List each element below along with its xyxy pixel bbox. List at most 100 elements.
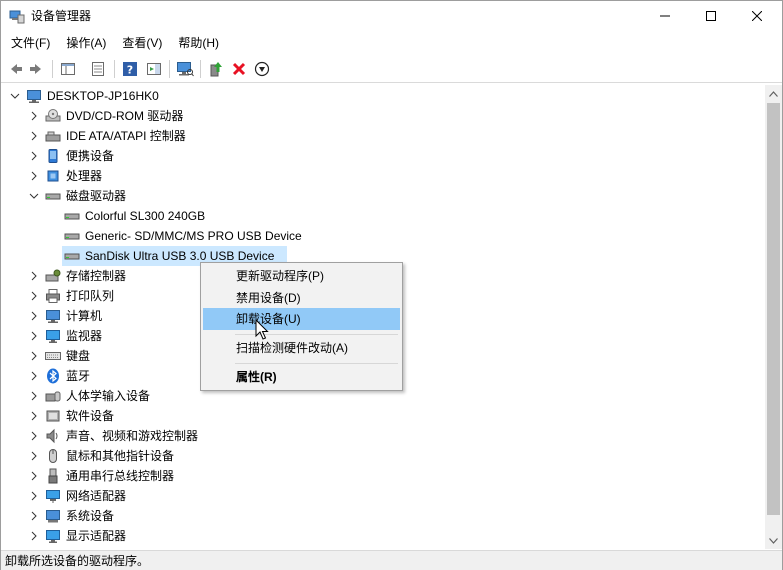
expanded-chevron-icon[interactable] <box>28 190 40 202</box>
collapsed-chevron-icon[interactable] <box>28 470 40 482</box>
tree-category-system[interactable]: 系统设备 <box>1 506 765 526</box>
collapsed-chevron-icon[interactable] <box>28 530 40 542</box>
collapsed-chevron-icon[interactable] <box>28 350 40 362</box>
tree-category-label: 蓝牙 <box>66 369 91 383</box>
collapsed-chevron-icon[interactable] <box>28 390 40 402</box>
collapsed-chevron-icon[interactable] <box>28 130 40 142</box>
expanded-chevron-icon[interactable] <box>9 90 21 102</box>
sound-icon <box>46 428 58 444</box>
tree-category-ide[interactable]: IDE ATA/ATAPI 控制器 <box>1 126 765 146</box>
toolbar-separator <box>200 60 201 78</box>
toolbar-separator <box>169 60 170 78</box>
tree-device-row[interactable]: Generic- SD/MMC/MS PRO USB Device <box>1 226 765 246</box>
disable-button[interactable] <box>252 59 272 79</box>
tree-category-usb[interactable]: 通用串行总线控制器 <box>1 466 765 486</box>
tree-device-row[interactable]: Colorful SL300 240GB <box>1 206 765 226</box>
mouse-cursor-icon <box>255 319 269 340</box>
window-title: 设备管理器 <box>31 9 92 23</box>
ctx-item-label: 更新驱动程序(P) <box>236 269 324 283</box>
printer-icon <box>46 289 60 303</box>
tree-category-sound[interactable]: 声音、视频和游戏控制器 <box>1 426 765 446</box>
collapsed-chevron-icon[interactable] <box>28 170 40 182</box>
collapsed-chevron-icon[interactable] <box>28 110 40 122</box>
back-button[interactable] <box>5 59 25 79</box>
ctx-update-driver[interactable]: 更新驱动程序(P) <box>203 265 400 287</box>
tree-category-portable[interactable]: 便携设备 <box>1 146 765 166</box>
keyboard-icon <box>45 352 61 360</box>
forward-button[interactable] <box>27 59 47 79</box>
menu-action[interactable]: 操作(A) <box>60 32 112 54</box>
disk-drive-icon <box>64 233 80 240</box>
device-manager-window: 设备管理器 文件(F) 操作(A) 查看(V) 帮助(H) ? DESKTOP-… <box>0 0 783 570</box>
tree-category-mouse[interactable]: 鼠标和其他指针设备 <box>1 446 765 466</box>
collapsed-chevron-icon[interactable] <box>28 410 40 422</box>
menu-view[interactable]: 查看(V) <box>116 32 168 54</box>
show-hide-tree-button[interactable] <box>58 59 78 79</box>
action-pane-button[interactable] <box>144 59 164 79</box>
collapsed-chevron-icon[interactable] <box>28 310 40 322</box>
uninstall-icon <box>232 62 246 76</box>
context-menu: 更新驱动程序(P) 禁用设备(D) 卸载设备(U) 扫描检测硬件改动(A) 属性… <box>200 262 403 391</box>
collapsed-chevron-icon[interactable] <box>28 510 40 522</box>
device-manager-app-icon <box>9 10 25 24</box>
tree-category-software[interactable]: 软件设备 <box>1 406 765 426</box>
ctx-item-label: 属性(R) <box>236 370 277 384</box>
ctx-properties[interactable]: 属性(R) <box>203 366 400 388</box>
toolbar-separator <box>52 60 53 78</box>
title-bar: 设备管理器 <box>1 1 782 31</box>
collapsed-chevron-icon[interactable] <box>28 150 40 162</box>
tree-category-dvd[interactable]: DVD/CD-ROM 驱动器 <box>1 106 765 126</box>
maximize-button[interactable] <box>688 1 734 31</box>
help-button[interactable]: ? <box>120 59 140 79</box>
close-icon <box>752 11 762 21</box>
help-icon: ? <box>123 62 137 77</box>
tree-category-label: 键盘 <box>66 349 91 363</box>
uninstall-button[interactable] <box>229 59 249 79</box>
scan-hardware-icon <box>177 62 194 77</box>
ctx-disable-device[interactable]: 禁用设备(D) <box>203 287 400 309</box>
ctx-uninstall-device[interactable]: 卸载设备(U) <box>203 308 400 330</box>
tree-category-network[interactable]: 网络适配器 <box>1 486 765 506</box>
tree-device-label: Generic- SD/MMC/MS PRO USB Device <box>85 229 302 243</box>
tree-category-disk-drives[interactable]: 磁盘驱动器 <box>1 186 765 206</box>
bluetooth-icon <box>47 368 59 384</box>
collapsed-chevron-icon[interactable] <box>28 490 40 502</box>
tree-category-label: 软件设备 <box>66 409 115 423</box>
collapsed-chevron-icon[interactable] <box>28 290 40 302</box>
properties-button[interactable] <box>88 59 108 79</box>
menu-file[interactable]: 文件(F) <box>5 32 56 54</box>
tree-category-label: 监视器 <box>66 329 103 343</box>
vertical-scrollbar[interactable] <box>765 85 782 549</box>
svg-text:?: ? <box>127 64 133 77</box>
disk-drive-icon <box>45 193 61 200</box>
ctx-item-label: 扫描检测硬件改动(A) <box>236 341 348 355</box>
monitor-icon <box>46 330 60 343</box>
collapsed-chevron-icon[interactable] <box>28 330 40 342</box>
properties-icon <box>92 62 104 76</box>
tree-category-label: DVD/CD-ROM 驱动器 <box>66 109 184 123</box>
update-driver-button[interactable] <box>206 59 226 79</box>
status-text: 卸载所选设备的驱动程序。 <box>5 554 150 568</box>
scroll-up-arrow-icon <box>769 90 778 97</box>
tree-category-processor[interactable]: 处理器 <box>1 166 765 186</box>
minimize-button[interactable] <box>642 1 688 31</box>
computer-icon <box>46 310 60 323</box>
tree-category-label: IDE ATA/ATAPI 控制器 <box>66 129 186 143</box>
collapsed-chevron-icon[interactable] <box>28 270 40 282</box>
menu-bar: 文件(F) 操作(A) 查看(V) 帮助(H) <box>1 32 782 54</box>
collapsed-chevron-icon[interactable] <box>28 370 40 382</box>
close-button[interactable] <box>734 1 780 31</box>
menu-help[interactable]: 帮助(H) <box>172 32 225 54</box>
scroll-up-button[interactable] <box>765 85 782 102</box>
ctx-scan-hardware[interactable]: 扫描检测硬件改动(A) <box>203 337 400 359</box>
tree-root[interactable]: DESKTOP-JP16HK0 <box>1 86 765 106</box>
scroll-down-button[interactable] <box>765 532 782 549</box>
disable-icon <box>254 61 270 77</box>
storage-controller-icon <box>45 269 61 282</box>
tree-category-label: 打印队列 <box>66 289 115 303</box>
collapsed-chevron-icon[interactable] <box>28 430 40 442</box>
scan-hardware-button[interactable] <box>175 59 195 79</box>
scrollbar-thumb[interactable] <box>767 103 780 515</box>
collapsed-chevron-icon[interactable] <box>28 450 40 462</box>
tree-category-display[interactable]: 显示适配器 <box>1 526 765 546</box>
